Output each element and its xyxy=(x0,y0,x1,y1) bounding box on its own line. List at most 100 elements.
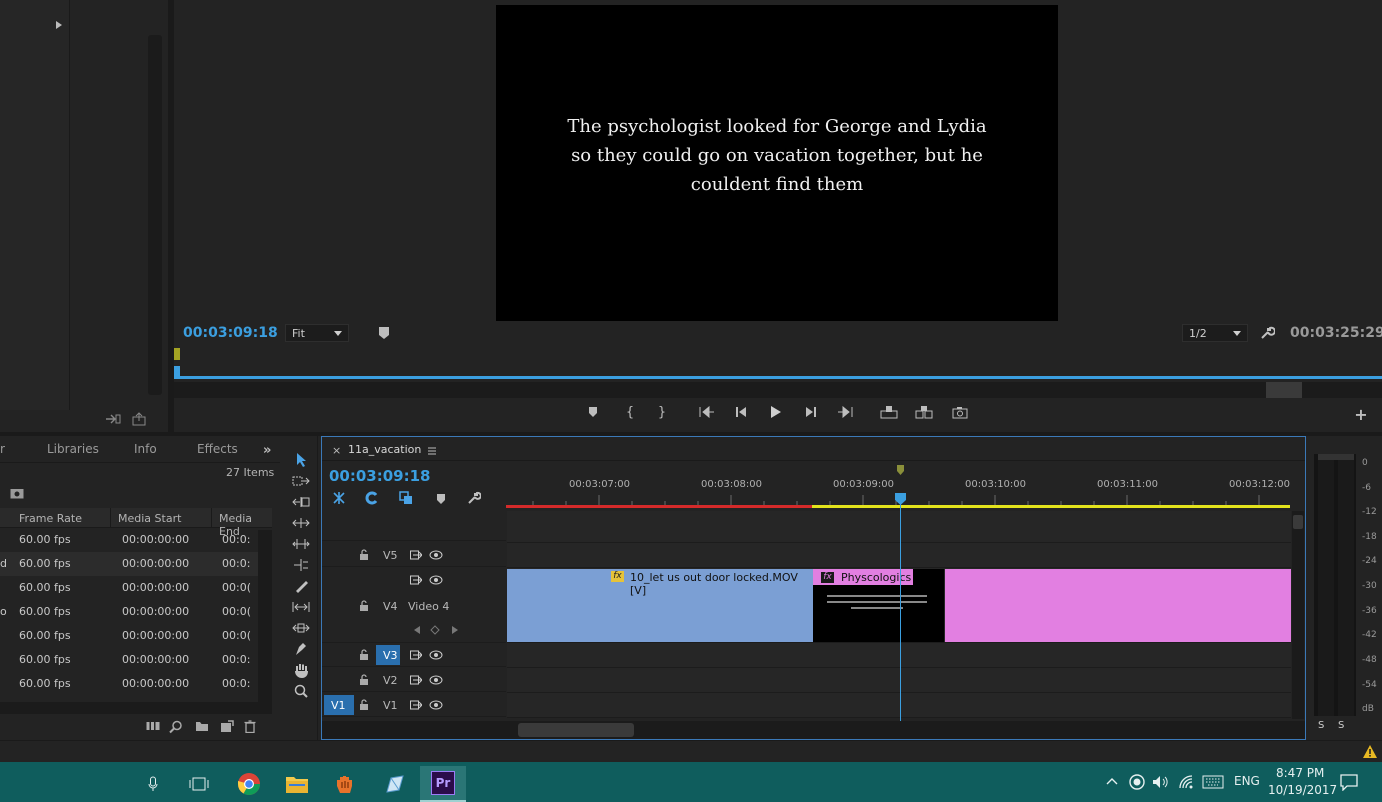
file-explorer-icon[interactable] xyxy=(274,766,320,802)
scroll-thumb[interactable] xyxy=(1293,515,1303,529)
program-time-ruler[interactable] xyxy=(174,376,1382,379)
chrome-icon[interactable] xyxy=(226,766,272,802)
eye-icon[interactable] xyxy=(429,650,443,660)
track-area-v4[interactable]: fx 10_let us out door locked.MOV [V] fx … xyxy=(507,568,1291,643)
clock-date[interactable]: 10/19/2017 xyxy=(1268,783,1337,797)
timeline-playhead-line[interactable] xyxy=(900,493,901,723)
ripple-edit-tool-icon[interactable] xyxy=(291,493,311,511)
nest-toggle-icon[interactable] xyxy=(332,491,346,505)
wrench-icon[interactable] xyxy=(1259,325,1276,341)
table-row[interactable]: 60.00 fps 00:00:00:00 00:0: xyxy=(0,648,258,672)
in-point-marker[interactable] xyxy=(174,348,180,360)
freeform-view-icon[interactable] xyxy=(146,720,160,732)
export-frame-icon[interactable] xyxy=(132,412,148,426)
timeline-vertical-scrollbar[interactable] xyxy=(1292,511,1304,719)
project-horizontal-scrollbar[interactable] xyxy=(0,702,272,714)
selection-tool-icon[interactable] xyxy=(291,451,311,469)
mark-in-button[interactable]: { xyxy=(619,401,641,423)
lift-button[interactable] xyxy=(878,401,900,423)
task-view-icon[interactable] xyxy=(176,766,222,802)
table-row[interactable]: o 60.00 fps 00:00:00:00 00:0( xyxy=(0,600,258,624)
mark-out-button[interactable]: } xyxy=(651,401,673,423)
close-sequence-icon[interactable]: × xyxy=(332,444,341,457)
extract-button[interactable] xyxy=(913,401,935,423)
sync-lock-icon[interactable] xyxy=(410,575,423,585)
lock-icon[interactable] xyxy=(359,549,369,561)
tab-effects[interactable]: Effects xyxy=(197,442,238,456)
clock-time[interactable]: 8:47 PM xyxy=(1276,766,1324,780)
previous-keyframe-icon[interactable] xyxy=(413,625,421,635)
lock-icon[interactable] xyxy=(359,649,369,661)
clip-door-locked[interactable]: fx 10_let us out door locked.MOV [V] xyxy=(507,569,813,642)
timeline-current-timecode[interactable]: 00:03:09:18 xyxy=(329,467,431,485)
lock-icon[interactable] xyxy=(359,600,369,612)
column-divider[interactable] xyxy=(211,508,212,528)
source-patch-label[interactable]: V1 xyxy=(331,699,346,712)
table-row[interactable]: 60.00 fps 00:00:00:00 00:0( xyxy=(0,624,258,648)
slide-tool-icon[interactable] xyxy=(291,598,311,616)
premiere-pro-taskbar-button[interactable]: Pr xyxy=(420,766,466,802)
sequence-menu-icon[interactable] xyxy=(428,445,436,455)
clip-pink-matte[interactable] xyxy=(945,569,1291,642)
program-zoom-scrollbar[interactable] xyxy=(174,382,1382,398)
track-label-v2[interactable]: V2 xyxy=(383,674,398,687)
sync-lock-icon[interactable] xyxy=(410,550,423,560)
track-select-tool-icon[interactable] xyxy=(291,472,311,490)
clip-physcologics[interactable]: fx Physcologics xyxy=(813,569,944,642)
track-area-v1[interactable] xyxy=(507,693,1291,718)
hand-tool-icon[interactable] xyxy=(291,661,311,679)
lock-icon[interactable] xyxy=(359,699,369,711)
solo-left-button[interactable]: S xyxy=(1318,720,1324,731)
step-forward-button[interactable] xyxy=(800,401,822,423)
column-media-start[interactable]: Media Start xyxy=(118,512,181,525)
expand-arrow-icon[interactable] xyxy=(55,20,63,30)
input-language[interactable]: ENG xyxy=(1234,774,1260,788)
zoom-fit-dropdown[interactable]: Fit xyxy=(285,324,349,342)
tab-project[interactable]: r xyxy=(0,442,5,456)
timeline-settings-wrench-icon[interactable] xyxy=(467,491,482,505)
table-row[interactable]: 60.00 fps 00:00:00:00 00:0: xyxy=(0,672,258,696)
empty-track-area[interactable] xyxy=(507,511,1291,543)
go-to-out-button[interactable] xyxy=(834,401,856,423)
program-current-timecode[interactable]: 00:03:09:18 xyxy=(183,325,278,341)
eye-icon[interactable] xyxy=(429,550,443,560)
sequence-tab[interactable]: 11a_vacation xyxy=(348,443,421,456)
track-area-v3[interactable] xyxy=(507,643,1291,668)
slip-tool-icon[interactable] xyxy=(291,577,311,595)
record-icon[interactable] xyxy=(1129,774,1145,790)
more-tabs-icon[interactable]: » xyxy=(263,443,271,458)
export-frame-button[interactable] xyxy=(949,401,971,423)
rolling-edit-tool-icon[interactable] xyxy=(291,514,311,532)
new-item-icon[interactable] xyxy=(220,720,234,733)
snap-icon[interactable] xyxy=(365,491,379,505)
linked-selection-icon[interactable] xyxy=(399,491,413,505)
scroll-thumb[interactable] xyxy=(1266,382,1302,398)
track-label-v1[interactable]: V1 xyxy=(383,699,398,712)
go-to-in-button[interactable] xyxy=(696,401,718,423)
solo-right-button[interactable]: S xyxy=(1338,720,1344,731)
timeline-horizontal-scrollbar[interactable] xyxy=(322,721,1305,739)
add-marker-button[interactable] xyxy=(582,401,604,423)
trash-icon[interactable] xyxy=(244,720,256,734)
playback-resolution-dropdown[interactable]: 1/2 xyxy=(1182,324,1248,342)
sync-lock-icon[interactable] xyxy=(410,675,423,685)
eye-icon[interactable] xyxy=(429,700,443,710)
add-marker-icon[interactable] xyxy=(436,493,446,505)
eye-icon[interactable] xyxy=(429,675,443,685)
next-keyframe-icon[interactable] xyxy=(451,625,459,635)
wifi-icon[interactable] xyxy=(1178,774,1194,790)
table-row[interactable]: d 60.00 fps 00:00:00:00 00:0: xyxy=(0,552,258,576)
scroll-thumb[interactable] xyxy=(518,723,634,737)
table-row[interactable]: 60.00 fps 00:00:00:00 00:0: xyxy=(0,528,258,552)
add-keyframe-icon[interactable] xyxy=(430,625,440,635)
chevron-up-icon[interactable] xyxy=(1106,776,1118,786)
tab-libraries[interactable]: Libraries xyxy=(47,442,99,456)
pen-move-tool-icon[interactable] xyxy=(291,619,311,637)
source-scrollbar[interactable] xyxy=(148,35,162,395)
zoom-tool-icon[interactable] xyxy=(291,682,311,700)
volume-icon[interactable] xyxy=(1152,774,1170,790)
track-label-v4[interactable]: V4 xyxy=(383,600,398,613)
keyboard-icon[interactable] xyxy=(1202,775,1224,789)
sync-lock-icon[interactable] xyxy=(410,700,423,710)
column-frame-rate[interactable]: Frame Rate xyxy=(19,512,82,525)
